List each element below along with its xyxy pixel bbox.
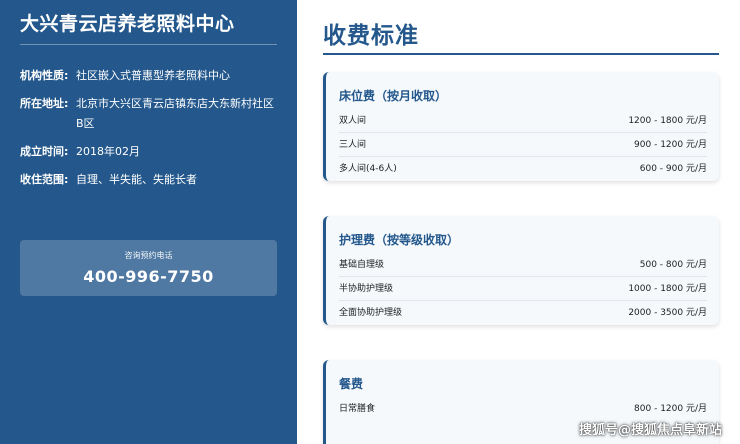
price-value: 1200 - 1800 元/月 xyxy=(628,116,707,126)
price-label: 日常膳食 xyxy=(339,404,376,414)
info-value: 2018年02月 xyxy=(76,145,140,158)
phone-caption: 咨询预约电话 xyxy=(124,251,173,260)
price-label: 基础自理级 xyxy=(339,260,385,270)
card-title: 床位费（按月收取） xyxy=(339,89,448,103)
price-value: 1000 - 1800 元/月 xyxy=(628,284,707,294)
info-value: 北京市大兴区青云店镇东店大东新村社区B区 xyxy=(76,97,274,130)
price-row: 三人间 900 - 1200 元/月 xyxy=(339,133,707,157)
price-label: 多人间(4-6人) xyxy=(339,164,397,174)
price-value: 500 - 800 元/月 xyxy=(639,260,707,270)
info-label: 收住范围: xyxy=(20,173,69,186)
price-row: 双人间 1200 - 1800 元/月 xyxy=(339,109,707,133)
org-name: 大兴青云店养老照料中心 xyxy=(20,0,277,45)
price-row: 半协助护理级 1000 - 1800 元/月 xyxy=(339,277,707,301)
price-label: 三人间 xyxy=(339,140,367,150)
watermark: 搜狐号@搜狐焦点阜新站 xyxy=(578,423,722,438)
price-row: 日常膳食 800 - 1200 元/月 xyxy=(339,397,707,421)
price-label: 半协助护理级 xyxy=(339,284,394,294)
page-title: 收费标准 xyxy=(323,0,719,55)
price-label: 双人间 xyxy=(339,116,367,126)
info-value: 自理、半失能、失能长者 xyxy=(76,173,197,186)
info-list: 机构性质: 社区嵌入式普惠型养老照料中心 所在地址: 北京市大兴区青云店镇东店大… xyxy=(20,66,277,190)
bed-fee-card: 床位费（按月收取） 双人间 1200 - 1800 元/月 三人间 900 - … xyxy=(323,72,719,181)
info-row-founded: 成立时间: 2018年02月 xyxy=(20,142,277,162)
price-value: 2000 - 3500 元/月 xyxy=(628,308,707,318)
info-row-scope: 收住范围: 自理、半失能、失能长者 xyxy=(20,170,277,190)
card-title: 餐费 xyxy=(339,377,364,391)
info-row-address: 所在地址: 北京市大兴区青云店镇东店大东新村社区B区 xyxy=(20,94,277,134)
price-value: 600 - 900 元/月 xyxy=(639,164,707,174)
price-label: 全面协助护理级 xyxy=(339,308,403,318)
care-fee-card: 护理费（按等级收取） 基础自理级 500 - 800 元/月 半协助护理级 10… xyxy=(323,216,719,325)
info-row-nature: 机构性质: 社区嵌入式普惠型养老照料中心 xyxy=(20,66,277,86)
main-content: 收费标准 床位费（按月收取） 双人间 1200 - 1800 元/月 三人间 9… xyxy=(323,0,719,444)
info-label: 所在地址: xyxy=(20,97,69,110)
card-title: 护理费（按等级收取） xyxy=(339,233,460,247)
sidebar: 大兴青云店养老照料中心 机构性质: 社区嵌入式普惠型养老照料中心 所在地址: 北… xyxy=(0,0,297,444)
info-label: 成立时间: xyxy=(20,145,69,158)
phone-number[interactable]: 400-996-7750 xyxy=(20,267,277,286)
price-value: 800 - 1200 元/月 xyxy=(634,404,707,414)
price-row: 全面协助护理级 2000 - 3500 元/月 xyxy=(339,301,707,325)
price-row: 基础自理级 500 - 800 元/月 xyxy=(339,253,707,277)
info-label: 机构性质: xyxy=(20,69,69,82)
price-row: 多人间(4-6人) 600 - 900 元/月 xyxy=(339,157,707,181)
price-value: 900 - 1200 元/月 xyxy=(634,140,707,150)
info-value: 社区嵌入式普惠型养老照料中心 xyxy=(76,69,230,82)
phone-contact-box[interactable]: 咨询预约电话 400-996-7750 xyxy=(20,240,277,296)
